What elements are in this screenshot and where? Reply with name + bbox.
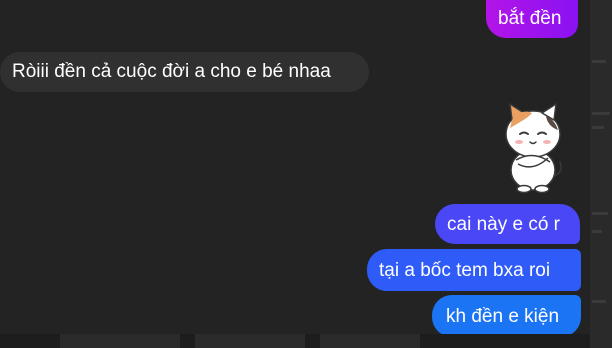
message-text: cai này e có r (447, 214, 560, 235)
side-panel-edge (590, 0, 612, 348)
chat-thread: bắt đền Ròiii đền cả cuộc đời a cho e bé… (0, 0, 612, 348)
message-text: kh đền e kiện (446, 306, 560, 327)
divider (592, 112, 610, 115)
divider (592, 300, 606, 303)
message-text: Ròiii đền cả cuộc đời a cho e bé nhaa (12, 61, 331, 82)
divider (592, 126, 604, 129)
sent-message-bubble[interactable]: cai này e có r (435, 204, 580, 244)
sent-message-bubble[interactable]: tại a bốc tem bxa roi (367, 249, 581, 291)
bottom-media-strip (0, 334, 590, 348)
media-thumbnail (60, 334, 180, 348)
media-thumbnail (320, 334, 420, 348)
message-text: bắt đền (498, 8, 562, 29)
divider (592, 60, 606, 63)
media-thumbnail (195, 334, 305, 348)
divider (592, 230, 602, 233)
incoming-message-bubble[interactable]: Ròiii đền cả cuộc đời a cho e bé nhaa (0, 52, 369, 92)
sent-message-bubble[interactable]: bắt đền (486, 0, 578, 38)
divider (592, 212, 608, 215)
sent-message-bubble[interactable]: kh đền e kiện (432, 295, 581, 337)
message-text: tại a bốc tem bxa roi (379, 260, 551, 281)
cat-sticker-icon[interactable] (498, 98, 568, 194)
